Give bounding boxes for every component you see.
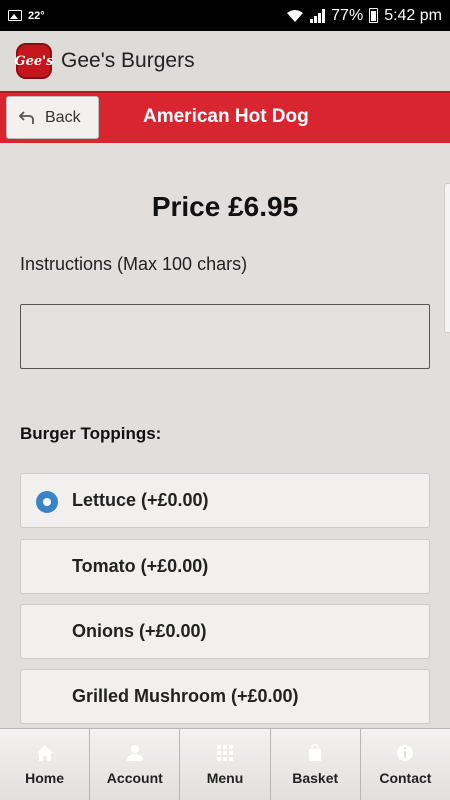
topping-label: Lettuce (+£0.00) (72, 490, 209, 510)
info-icon (396, 744, 414, 762)
topping-option-grilled-mushroom[interactable]: Grilled Mushroom (+£0.00) (20, 669, 430, 724)
battery-percent: 77% (331, 6, 364, 24)
nav-basket-label: Basket (292, 769, 339, 786)
status-bar: 22° 77% 5:42 pm (0, 0, 450, 31)
nav-contact[interactable]: Contact (360, 729, 450, 800)
app-logo: Gee's (15, 43, 53, 79)
bag-icon (306, 743, 324, 762)
nav-contact-label: Contact (379, 769, 432, 786)
temperature: 22° (28, 9, 45, 22)
clock: 5:42 pm (384, 6, 442, 24)
instructions-input[interactable] (20, 304, 430, 369)
back-button-label: Back (45, 108, 81, 126)
battery-icon (369, 8, 379, 23)
bottom-nav: Home Account Menu Basket Contact (0, 728, 450, 800)
nav-menu-label: Menu (206, 769, 244, 786)
product-detail[interactable]: Price £6.95 Instructions (Max 100 chars)… (0, 143, 450, 728)
page-title: American Hot Dog (143, 106, 309, 127)
gallery-notification-icon (8, 10, 22, 21)
topping-label: Tomato (+£0.00) (72, 556, 209, 576)
nav-menu[interactable]: Menu (180, 729, 271, 800)
price-label: Price £6.95 (151, 191, 299, 222)
topping-option-onions[interactable]: Onions (+£0.00) (20, 604, 430, 659)
app-title: Gee's Burgers (61, 49, 195, 72)
user-icon (126, 744, 144, 762)
topping-label: Grilled Mushroom (+£0.00) (72, 686, 299, 706)
nav-home-label: Home (25, 769, 65, 786)
topping-label: Onions (+£0.00) (72, 621, 207, 641)
nav-account-label: Account (106, 769, 163, 786)
toppings-label: Burger Toppings: (20, 424, 162, 443)
nav-home[interactable]: Home (0, 729, 91, 800)
home-icon (36, 744, 54, 762)
instructions-label: Instructions (Max 100 chars) (20, 254, 248, 274)
page-header: Back American Hot Dog (0, 91, 450, 143)
signal-icon (310, 8, 326, 23)
topping-option-lettuce[interactable]: Lettuce (+£0.00) (20, 473, 430, 528)
back-button[interactable]: Back (6, 96, 99, 139)
back-arrow-icon (19, 110, 34, 124)
radio-selected-icon[interactable] (36, 491, 58, 513)
nav-basket[interactable]: Basket (270, 729, 361, 800)
grid-icon (216, 744, 234, 762)
wifi-icon (287, 9, 304, 22)
app-bar: Gee's Gee's Burgers (0, 31, 450, 91)
nav-account[interactable]: Account (90, 729, 181, 800)
topping-option-tomato[interactable]: Tomato (+£0.00) (20, 539, 430, 594)
